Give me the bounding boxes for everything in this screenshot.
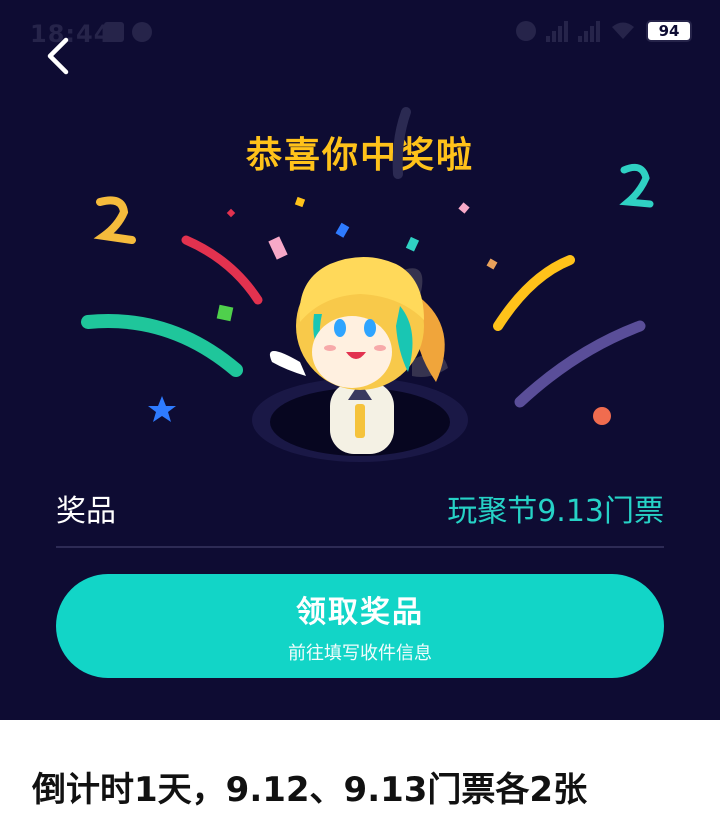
claim-button-subtitle: 前往填写收件信息 (288, 643, 432, 664)
mascot (252, 257, 468, 462)
prize-value: 玩聚节9.13门票 (447, 494, 664, 529)
chevron-left-icon (47, 37, 69, 75)
gallery-icon (104, 22, 124, 42)
back-button[interactable] (38, 36, 78, 76)
signal-icon-2 (578, 20, 600, 42)
prize-panel: 18:44 94 恭喜你中奖啦 奖品 玩聚节9.13门票 领取奖品 前往填写收件… (0, 0, 720, 720)
alarm-icon (516, 21, 536, 41)
mascot-illustration (81, 107, 654, 462)
prize-screen: 18:44 94 恭喜你中奖啦 奖品 玩聚节9.13门票 领取奖品 前往填写收件… (0, 0, 720, 815)
system-status: 94 (516, 20, 692, 42)
prize-label: 奖品 (56, 494, 116, 529)
notification-icons (104, 22, 152, 42)
divider (56, 546, 664, 548)
signal-icon (546, 20, 568, 42)
pen-icon (132, 22, 152, 42)
wifi-icon (612, 22, 634, 39)
claim-button-title: 领取奖品 (296, 595, 424, 630)
prize-row: 奖品 玩聚节9.13门票 (56, 484, 664, 532)
battery-indicator: 94 (646, 20, 692, 42)
claim-prize-button[interactable]: 领取奖品 前往填写收件信息 (56, 574, 664, 678)
status-bar: 18:44 94 (0, 0, 720, 64)
countdown-notice: 倒计时1天，9.12、9.13门票各2张 (32, 770, 588, 810)
